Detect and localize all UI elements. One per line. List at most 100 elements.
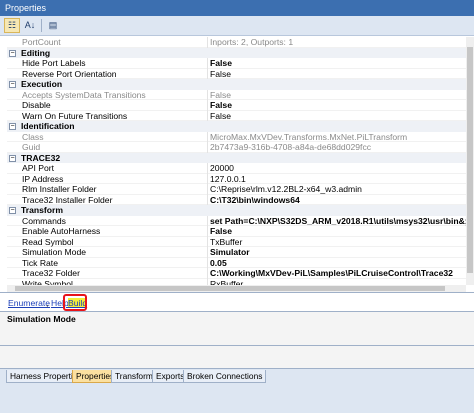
property-value[interactable]: 127.0.0.1: [210, 174, 466, 185]
tab-broken-connections[interactable]: Broken Connections: [183, 370, 267, 383]
property-name: Warn On Future Transitions: [22, 110, 128, 121]
column-divider[interactable]: [207, 215, 208, 226]
property-row[interactable]: Hide Port Labels False: [7, 58, 466, 69]
column-divider[interactable]: [207, 100, 208, 111]
property-value[interactable]: False: [210, 226, 466, 237]
commands-pane: Enumerate , Help , Build: [0, 292, 474, 312]
collapse-icon[interactable]: −: [9, 154, 16, 162]
property-value[interactable]: False: [210, 111, 466, 122]
property-row[interactable]: Trace32 Installer Folder C:\T32\bin\windo…: [7, 194, 466, 206]
column-divider[interactable]: [207, 89, 208, 100]
sort-alphabetical-icon[interactable]: A↓: [22, 18, 38, 33]
property-grid: PortCount Inports: 2, Outports: 1− Editing…: [7, 37, 466, 285]
collapse-icon[interactable]: −: [9, 123, 16, 130]
property-name: Trace32 Folder: [22, 268, 80, 278]
column-divider[interactable]: [207, 184, 208, 195]
vertical-scroll-thumb[interactable]: [467, 47, 473, 273]
property-row[interactable]: Read Symbol TxBuffer: [7, 236, 466, 248]
property-pages-icon[interactable]: ▤: [45, 18, 61, 33]
property-value[interactable]: False: [210, 58, 466, 69]
description-pane: Simulation Mode: [0, 312, 474, 346]
property-row[interactable]: PortCount Inports: 2, Outports: 1: [7, 37, 466, 48]
property-value[interactable]: 2b7473a9-316b-4708-a84a-de68dd029fcc: [210, 142, 466, 153]
property-name: Reverse Port Orientation: [22, 68, 117, 79]
window-title-bar: Properties: [0, 0, 474, 16]
category-row[interactable]: − Transform: [7, 205, 466, 216]
enumerate-link[interactable]: Enumerate: [8, 298, 50, 308]
property-name: Commands: [22, 215, 66, 226]
column-divider[interactable]: [207, 68, 208, 79]
column-divider[interactable]: [207, 257, 208, 268]
property-value[interactable]: False: [210, 90, 466, 101]
category-row[interactable]: − Identification: [7, 121, 466, 132]
category-row[interactable]: − Editing: [7, 47, 466, 58]
property-name: Class: [22, 131, 44, 142]
property-row[interactable]: Accepts SystemData Transitions False: [7, 89, 466, 101]
property-row[interactable]: Disable False: [7, 100, 466, 111]
property-name: PortCount: [22, 37, 61, 47]
property-name: Hide Port Labels: [22, 58, 86, 68]
property-value[interactable]: Simulator: [210, 247, 466, 258]
category-label: Editing: [21, 47, 51, 58]
column-divider[interactable]: [207, 226, 208, 237]
property-name: Disable: [22, 100, 51, 110]
property-row[interactable]: Warn On Future Transitions False: [7, 110, 466, 122]
column-divider[interactable]: [207, 131, 208, 142]
property-row[interactable]: Simulation Mode Simulator: [7, 247, 466, 258]
property-value[interactable]: TxBuffer: [210, 237, 466, 248]
property-name: Trace32 Installer Folder: [22, 194, 113, 205]
column-divider[interactable]: [207, 37, 208, 48]
vertical-scrollbar[interactable]: [466, 37, 474, 285]
property-row[interactable]: Commands set Path=C:\NXP\S32DS_ARM_v2018.…: [7, 215, 466, 227]
property-name: IP Address: [22, 173, 64, 184]
property-row[interactable]: Guid 2b7473a9-316b-4708-a84a-de68dd029fcc: [7, 142, 466, 153]
column-divider[interactable]: [207, 173, 208, 184]
property-row[interactable]: Rlm Installer Folder C:\Reprise\rlm.v12.2…: [7, 184, 466, 195]
property-name: Read Symbol: [22, 236, 74, 247]
toolbar: ☷ A↓ ▤: [0, 16, 474, 36]
property-row[interactable]: Enable AutoHarness False: [7, 226, 466, 237]
property-value[interactable]: 20000: [210, 163, 466, 174]
property-value[interactable]: C:\Working\MxVDev-PiL\Samples\PiLCruiseC…: [210, 268, 466, 279]
column-divider[interactable]: [207, 58, 208, 69]
property-value[interactable]: C:\T32\bin\windows64: [210, 195, 466, 206]
column-divider[interactable]: [207, 194, 208, 205]
property-value[interactable]: False: [210, 69, 466, 80]
collapse-icon[interactable]: −: [9, 49, 16, 57]
horizontal-scrollbar[interactable]: [7, 285, 466, 292]
category-label: Transform: [21, 205, 64, 215]
property-row[interactable]: Reverse Port Orientation False: [7, 68, 466, 80]
column-divider[interactable]: [207, 110, 208, 121]
category-row[interactable]: − TRACE32: [7, 152, 466, 163]
collapse-icon[interactable]: −: [9, 207, 16, 214]
property-value[interactable]: False: [210, 100, 466, 111]
categorized-icon[interactable]: ☷: [4, 18, 20, 33]
horizontal-scroll-thumb[interactable]: [15, 286, 445, 291]
category-label: Execution: [21, 79, 63, 89]
property-row[interactable]: API Port 20000: [7, 163, 466, 174]
property-row[interactable]: Trace32 Folder C:\Working\MxVDev-PiL\Samp…: [7, 268, 466, 279]
property-name: API Port: [22, 163, 54, 173]
column-divider[interactable]: [207, 247, 208, 258]
tab-strip: Harness Properties Properties Transforms…: [0, 368, 474, 413]
property-name: Simulation Mode: [22, 247, 87, 257]
column-divider[interactable]: [207, 236, 208, 247]
property-value[interactable]: MicroMax.MxVDev.Transforms.MxNet.PiLTran…: [210, 132, 466, 143]
column-divider[interactable]: [207, 142, 208, 153]
property-name: Rlm Installer Folder: [22, 184, 97, 194]
property-row[interactable]: Class MicroMax.MxVDev.Transforms.MxNet.Pi…: [7, 131, 466, 143]
command-separator: ,: [46, 298, 49, 308]
category-row[interactable]: − Execution: [7, 79, 466, 90]
property-row[interactable]: IP Address 127.0.0.1: [7, 173, 466, 185]
property-value[interactable]: C:\Reprise\rlm.v12.2BL2-x64_w3.admin: [210, 184, 466, 195]
column-divider[interactable]: [207, 163, 208, 174]
column-divider[interactable]: [207, 268, 208, 279]
property-name: Tick Rate: [22, 257, 58, 268]
property-value[interactable]: set Path=C:\NXP\S32DS_ARM_v2018.R1\utils…: [210, 216, 466, 227]
category-label: TRACE32: [21, 152, 61, 163]
property-value[interactable]: Inports: 2, Outports: 1: [210, 37, 466, 48]
property-row[interactable]: Tick Rate 0.05: [7, 257, 466, 269]
property-name: Accepts SystemData Transitions: [22, 89, 146, 100]
property-value[interactable]: 0.05: [210, 258, 466, 269]
collapse-icon[interactable]: −: [9, 81, 16, 88]
